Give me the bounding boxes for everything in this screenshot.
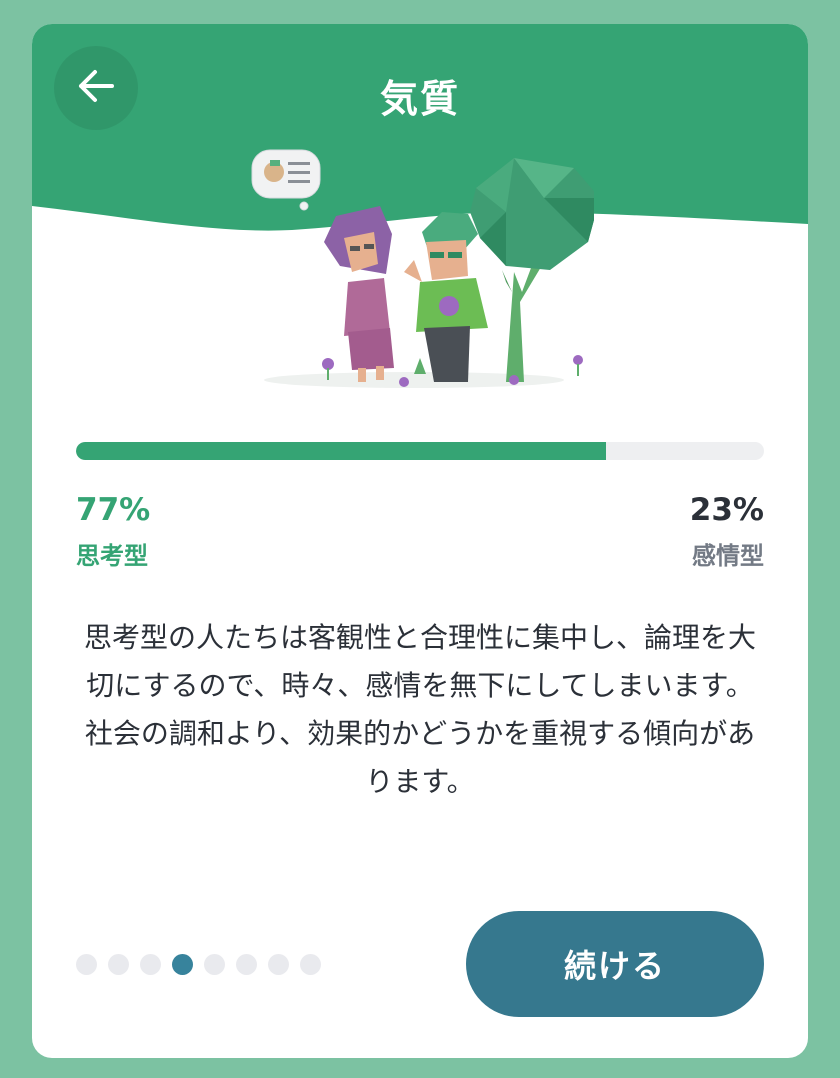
trait-description: 思考型の人たちは客観性と合理性に集中し、論理を大切にするので、時々、感情を無下に… — [83, 621, 756, 798]
page-dot — [300, 954, 321, 975]
trait-progress-fill — [76, 442, 606, 460]
thought-bubble-icon — [251, 149, 321, 211]
page-indicator — [76, 954, 321, 975]
page-dot — [172, 954, 193, 975]
thinking-label: 思考型 — [76, 542, 148, 570]
page-dot — [76, 954, 97, 975]
continue-button[interactable]: 続ける — [466, 911, 764, 1017]
page-dot — [268, 954, 289, 975]
feeling-percent: 23% — [689, 492, 764, 528]
thinking-percent: 77% — [76, 492, 151, 528]
page-title: 気質 — [379, 77, 460, 121]
feeling-label: 感情型 — [692, 542, 764, 570]
page-dot — [236, 954, 257, 975]
woman-figure-icon — [324, 206, 394, 382]
page-dot — [140, 954, 161, 975]
man-figure-icon — [404, 212, 488, 382]
page-dot — [108, 954, 129, 975]
couple-with-tree-illustration — [251, 149, 594, 388]
trait-progress-bar — [76, 442, 764, 460]
page-dot — [204, 954, 225, 975]
content-card: 気質 77% 思考型 23% 感情型 思考型の人たちは客観性と合理性に集中し、論… — [32, 24, 808, 1058]
tree-icon — [470, 158, 594, 382]
